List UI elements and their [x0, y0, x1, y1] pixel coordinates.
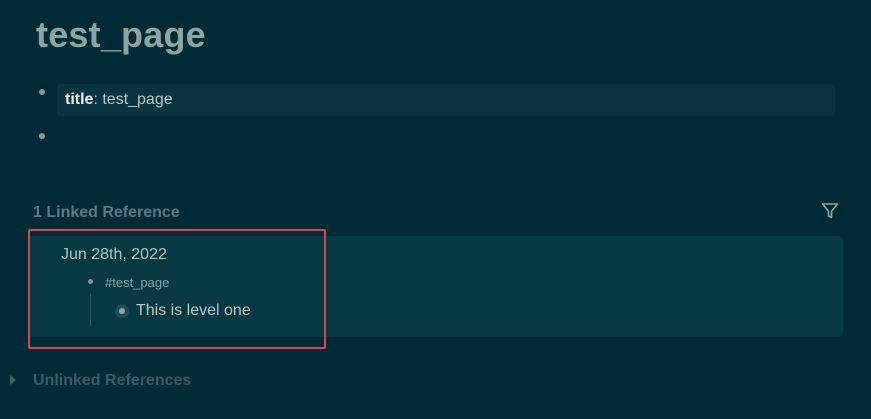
- caret-right-icon[interactable]: [10, 375, 16, 385]
- property-key: title: [65, 91, 94, 108]
- filter-icon[interactable]: [820, 201, 840, 221]
- property-separator: :: [93, 91, 103, 108]
- child-block-bullet[interactable]: [115, 304, 129, 318]
- page-root: test_page title: test_page 1 Linked Refe…: [0, 0, 871, 419]
- reference-page-link[interactable]: Jun 28th, 2022: [61, 246, 167, 264]
- reference-tag[interactable]: #test_page: [105, 275, 169, 290]
- block-guide-line: [90, 294, 91, 326]
- linked-references-heading[interactable]: 1 Linked Reference: [33, 204, 180, 222]
- reference-block-bullet[interactable]: [88, 279, 93, 284]
- unlinked-references-heading[interactable]: Unlinked References: [33, 372, 191, 390]
- linked-reference-panel: Jun 28th, 2022 #test_page This is level …: [28, 236, 843, 337]
- block-bullet-empty[interactable]: [39, 133, 45, 139]
- child-block-text[interactable]: This is level one: [136, 302, 251, 320]
- page-title[interactable]: test_page: [36, 14, 206, 56]
- properties-block[interactable]: title: test_page: [57, 84, 835, 116]
- block-bullet-properties[interactable]: [39, 89, 45, 95]
- property-value: test_page: [102, 91, 173, 108]
